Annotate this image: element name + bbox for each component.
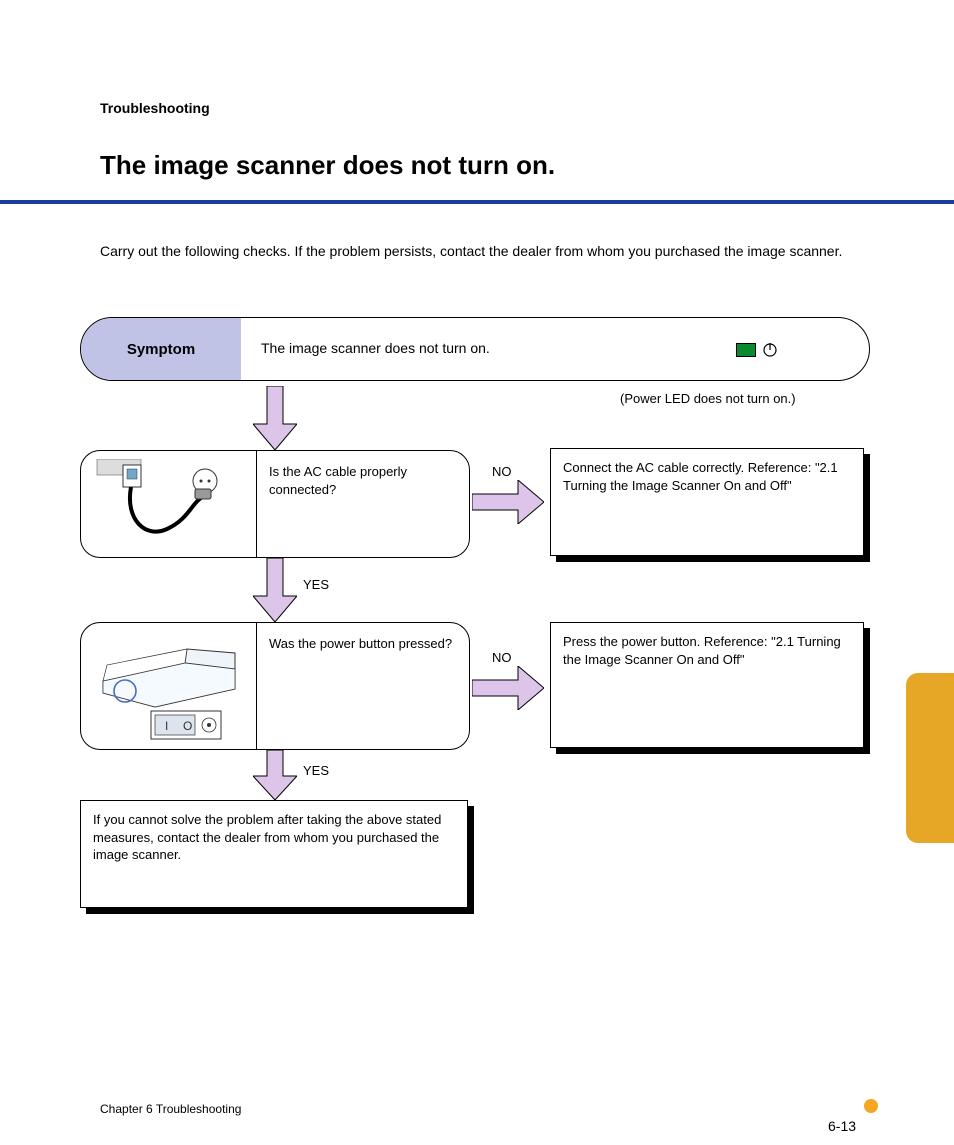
svg-text:I: I — [165, 719, 168, 733]
category-label: Troubleshooting — [100, 100, 210, 116]
page-title: The image scanner does not turn on. — [100, 150, 555, 181]
arrow-down-icon — [253, 558, 297, 622]
intro-text: Carry out the following checks. If the p… — [100, 240, 860, 262]
ac-cable-illustration — [95, 459, 245, 551]
power-icon — [762, 342, 778, 358]
final-box: If you cannot solve the problem after ta… — [80, 800, 468, 908]
arrow-right-icon — [472, 666, 544, 710]
result2-box: Press the power button. Reference: "2.1 … — [550, 622, 864, 748]
arrow-right-icon — [472, 480, 544, 524]
step2-question: Was the power button pressed? — [269, 635, 454, 653]
result2-text: Press the power button. Reference: "2.1 … — [551, 623, 863, 678]
symptom-label: Symptom — [81, 318, 241, 380]
page-number: 6-13 — [828, 1118, 856, 1134]
step1-question: Is the AC cable properly connected? — [269, 463, 454, 498]
symptom-box: Symptom The image scanner does not turn … — [80, 317, 870, 381]
step2-no-label: NO — [492, 650, 512, 665]
title-divider — [0, 200, 954, 204]
symptom-led-label: (Power LED does not turn on.) — [620, 391, 796, 406]
result1-text: Connect the AC cable correctly. Referenc… — [551, 449, 863, 504]
svg-text:O: O — [183, 719, 192, 733]
scanner-illustration: I O — [95, 633, 245, 741]
page-dot-icon — [864, 1099, 878, 1113]
arrow-down-icon — [253, 386, 297, 450]
step2-yes-label: YES — [303, 763, 329, 778]
step1-divider — [256, 451, 257, 557]
step2-box: I O Was the power button pressed? — [80, 622, 470, 750]
result1-box: Connect the AC cable correctly. Referenc… — [550, 448, 864, 556]
power-led-icon — [736, 343, 756, 357]
symptom-led-note — [736, 342, 778, 358]
step1-yes-label: YES — [303, 577, 329, 592]
footer-chapter: Chapter 6 Troubleshooting — [100, 1102, 241, 1116]
symptom-text: The image scanner does not turn on. — [261, 340, 490, 356]
final-text: If you cannot solve the problem after ta… — [81, 801, 467, 874]
step1-no-label: NO — [492, 464, 512, 479]
side-tab — [906, 673, 954, 843]
step2-divider — [256, 623, 257, 749]
step1-box: Is the AC cable properly connected? — [80, 450, 470, 558]
arrow-down-icon — [253, 750, 297, 800]
